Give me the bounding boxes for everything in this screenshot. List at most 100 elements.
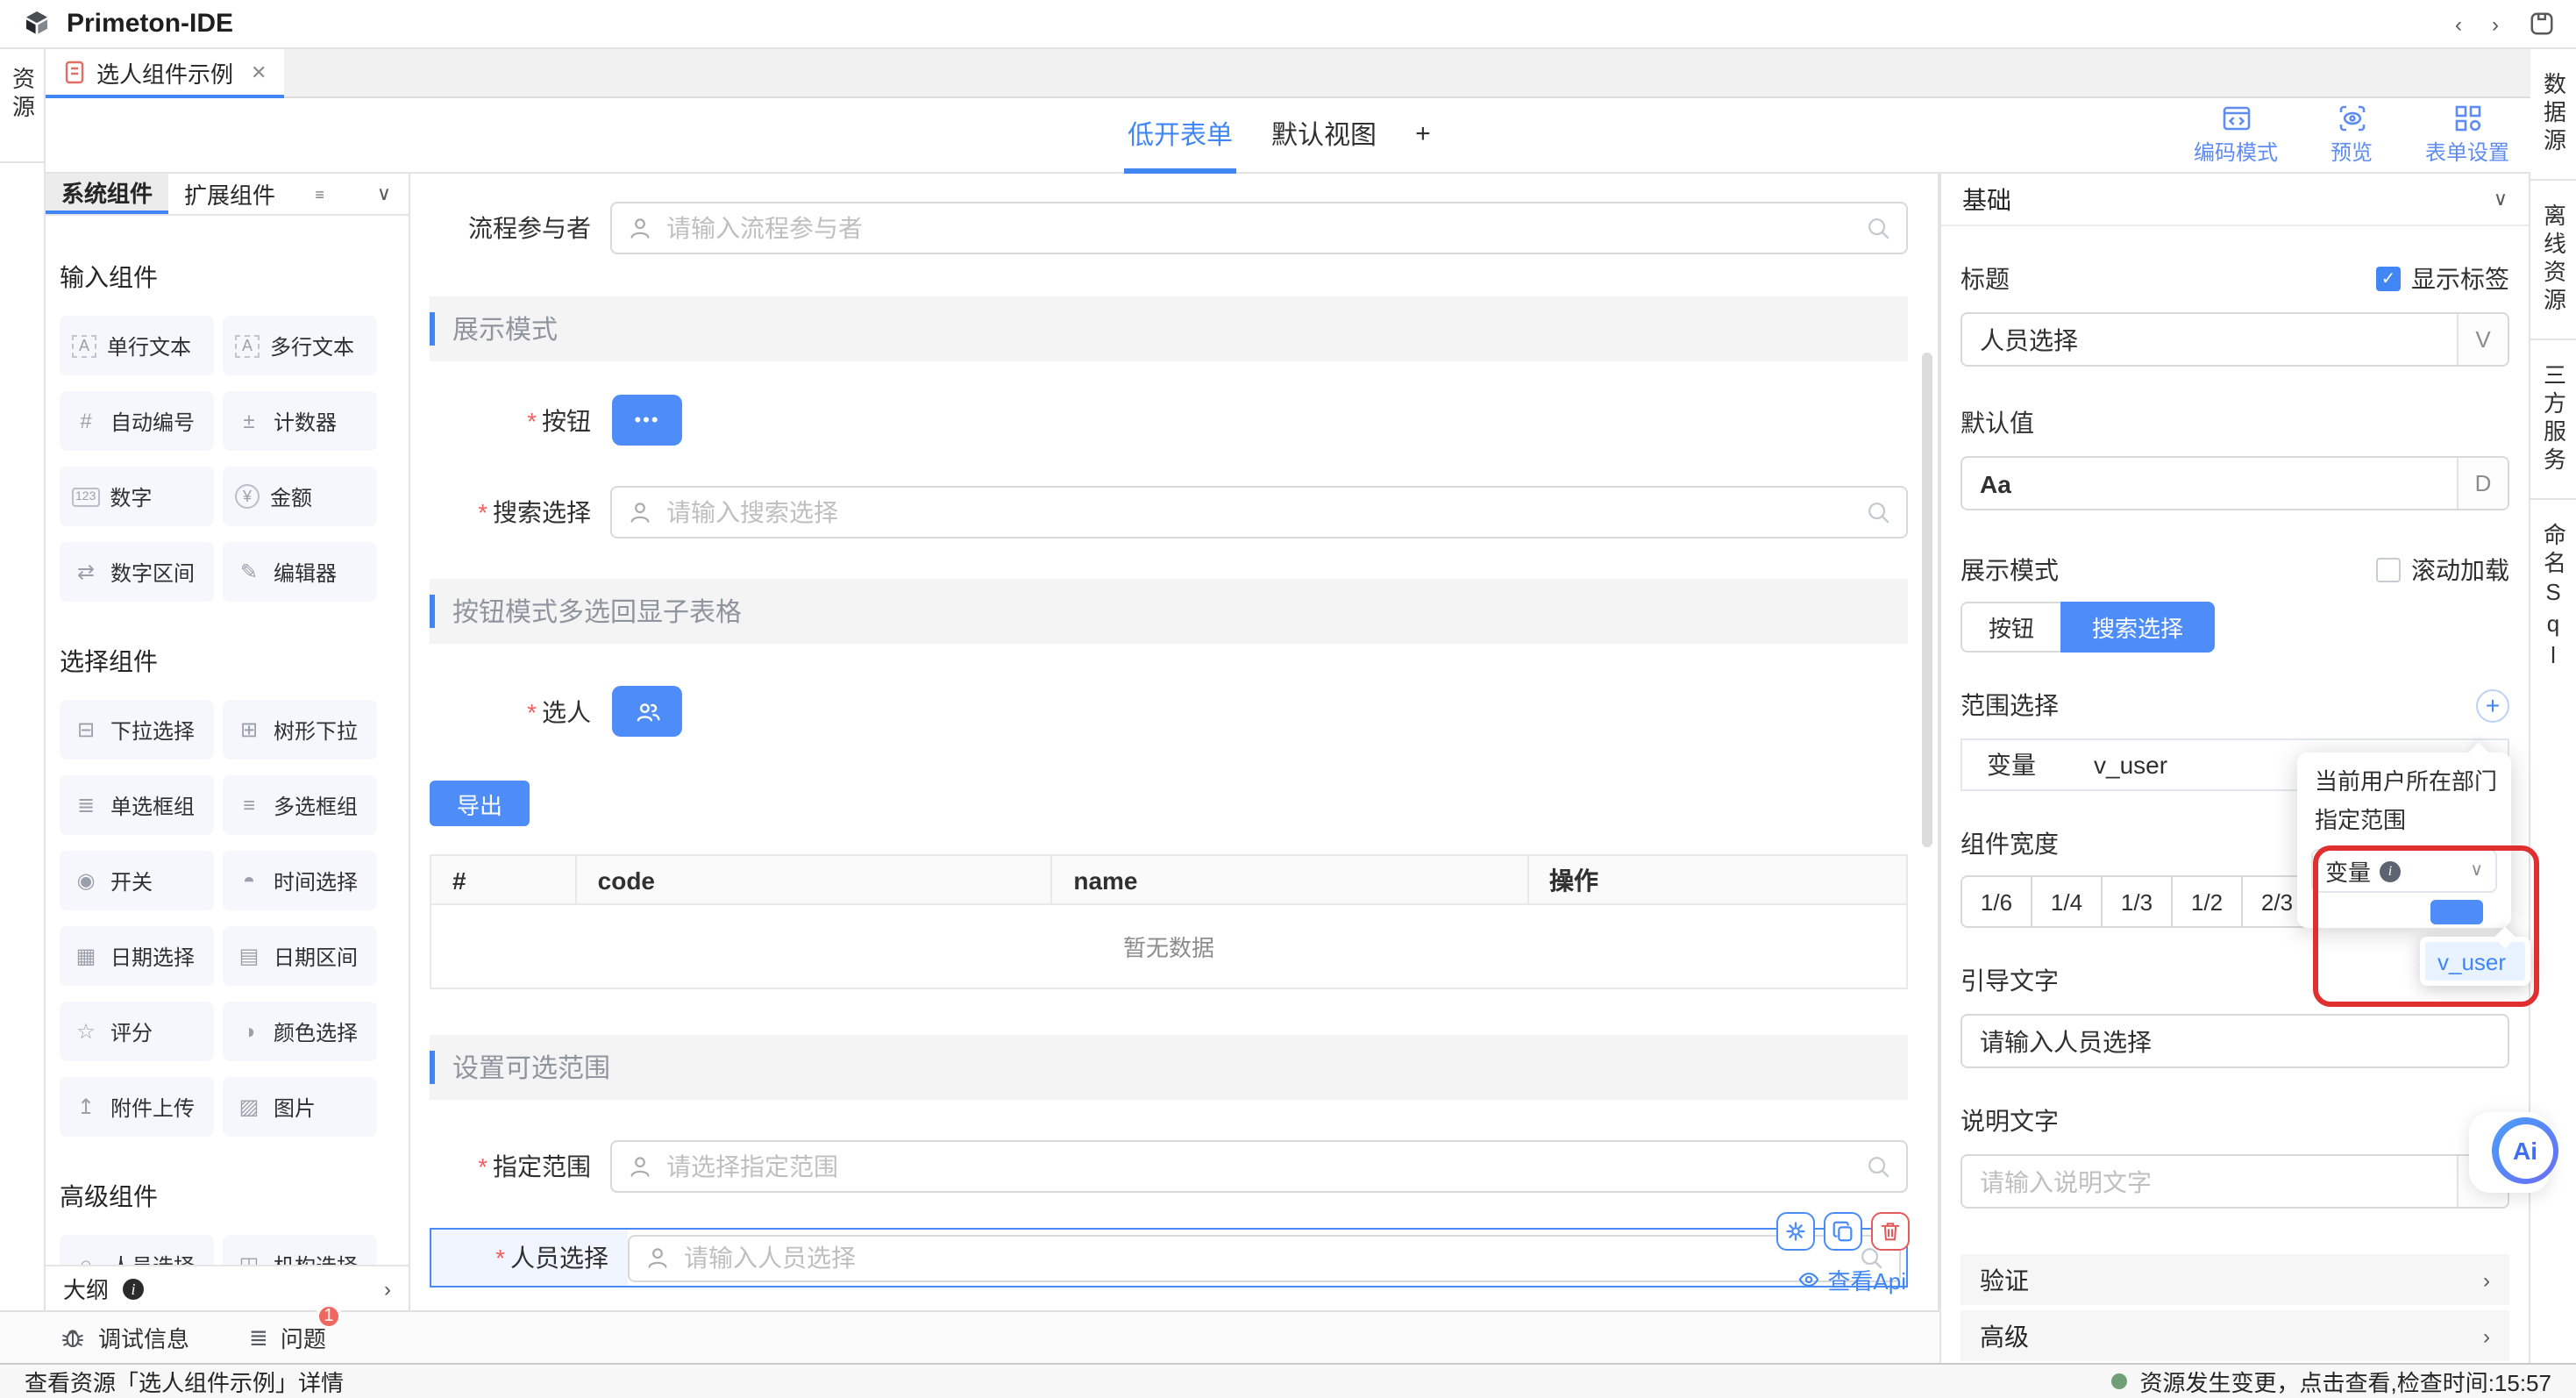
component-card-下拉选择[interactable]: ⊟下拉选择 — [60, 700, 214, 760]
properties-group-高级[interactable]: 高级› — [1960, 1310, 2509, 1361]
description-text-input[interactable]: 请输入说明文字 V — [1960, 1154, 2509, 1209]
field-row-participant[interactable]: 流程参与者 请输入流程参与者 — [410, 202, 1908, 254]
picker-more-button[interactable]: ••• — [612, 395, 682, 446]
component-card-时间选择[interactable]: ◓时间选择 — [223, 851, 377, 910]
specified-range-input[interactable]: 请选择指定范围 — [610, 1140, 1908, 1193]
app-logo-icon — [21, 8, 53, 39]
width-option-1/3[interactable]: 1/3 — [2101, 875, 2173, 928]
search-select-input[interactable]: 请输入搜索选择 — [610, 486, 1908, 539]
save-layout-icon[interactable] — [2529, 11, 2555, 37]
variable-type-select[interactable]: 变量 i ∨ — [2311, 849, 2497, 893]
selected-field-person-select[interactable]: *人员选择 请输入人员选择 — [430, 1228, 1908, 1287]
sidebar-item-离线资源[interactable]: 离线资源 — [2530, 181, 2576, 340]
component-card-多选框组[interactable]: ≡多选框组 — [223, 775, 377, 835]
component-card-颜色选择[interactable]: ◑颜色选择 — [223, 1002, 377, 1061]
component-card-评分[interactable]: ☆评分 — [60, 1002, 214, 1061]
file-tab-active[interactable]: 选人组件示例 ✕ — [46, 49, 284, 98]
sidebar-item-三方服务[interactable]: 三方服务 — [2530, 340, 2576, 500]
mode-button-option[interactable]: 按钮 — [1960, 602, 2060, 653]
component-card-树形下拉[interactable]: ⊞树形下拉 — [223, 700, 377, 760]
component-card-人员选择[interactable]: ○人员选择 — [60, 1235, 214, 1265]
sidebar-item-数据源[interactable]: 数据源 — [2530, 49, 2576, 181]
component-card-开关[interactable]: ◉开关 — [60, 851, 214, 910]
width-option-1/6[interactable]: 1/6 — [1960, 875, 2032, 928]
tab-lowcode-form[interactable]: 低开表单 — [1124, 98, 1236, 174]
tree-dropdown-icon: ⊞ — [235, 719, 263, 740]
checkbox-checked-icon: ✓ — [2376, 267, 2401, 291]
component-card-图片[interactable]: ▨图片 — [223, 1077, 377, 1137]
dropdown-item-当前用户所在部门[interactable]: 当前用户所在部门 — [2297, 763, 2511, 802]
outline-row[interactable]: 大纲 i › — [46, 1265, 409, 1310]
export-button[interactable]: 导出 — [430, 781, 530, 826]
component-card-机构选择[interactable]: ◫机构选择 — [223, 1235, 377, 1265]
tab-default-view[interactable]: 默认视图 — [1268, 98, 1380, 174]
canvas-scrollbar[interactable] — [1922, 353, 1932, 847]
sidebar-item-resources[interactable]: 资源 — [5, 67, 39, 123]
component-card-附件上传[interactable]: ↥附件上传 — [60, 1077, 214, 1137]
component-card-计数器[interactable]: ±计数器 — [223, 391, 377, 451]
person-select-input[interactable]: 请输入人员选择 — [628, 1234, 1901, 1281]
delete-field-button[interactable] — [1871, 1212, 1910, 1251]
nav-forward-icon[interactable]: › — [2492, 11, 2499, 36]
field-row-specified-range[interactable]: *指定范围 请选择指定范围 — [410, 1140, 1908, 1193]
close-icon[interactable]: ✕ — [251, 61, 267, 83]
variable-option-v-user[interactable]: v_user — [2425, 942, 2525, 981]
field-row-search-select[interactable]: *搜索选择 请输入搜索选择 — [410, 486, 1908, 539]
dynamic-suffix-button[interactable]: D — [2457, 458, 2508, 509]
form-settings-button[interactable]: 表单设置 — [2422, 103, 2513, 167]
nav-back-icon[interactable]: ‹ — [2455, 11, 2462, 36]
guide-text-input[interactable]: 请输入人员选择 — [1960, 1014, 2509, 1068]
width-option-1/2[interactable]: 1/2 — [2171, 875, 2243, 928]
properties-group-验证[interactable]: 验证› — [1960, 1254, 2509, 1305]
debug-info-button[interactable]: 调试信息 — [60, 1321, 189, 1354]
field-settings-button[interactable] — [1776, 1212, 1815, 1251]
mode-search-select-option[interactable]: 搜索选择 — [2060, 602, 2215, 653]
problems-button[interactable]: ≣ 问题 1 — [249, 1321, 326, 1354]
component-card-金额[interactable]: ¥金额 — [223, 467, 377, 526]
switch-icon: ◉ — [72, 870, 100, 891]
preview-button[interactable]: 预览 — [2306, 103, 2397, 167]
component-card-单行文本[interactable]: A单行文本 — [60, 316, 214, 375]
chevron-down-icon[interactable]: ∨ — [377, 182, 391, 205]
status-left-text[interactable]: 查看资源「选人组件示例」详情 — [25, 1365, 344, 1398]
variable-suffix-button[interactable]: V — [2457, 314, 2508, 365]
panel-menu-icon[interactable]: ≡ — [315, 185, 324, 203]
sidebar-item-命名Sql[interactable]: 命名Sql — [2530, 500, 2576, 696]
dropdown-item-指定范围[interactable]: 指定范围 — [2297, 802, 2511, 840]
select-people-button[interactable] — [612, 686, 682, 737]
default-value-label: 默认值 — [1960, 405, 2034, 440]
title-input[interactable]: 人员选择 V — [1960, 312, 2509, 367]
field-label: 流程参与者 — [410, 210, 610, 246]
confirm-button-fragment[interactable] — [2430, 900, 2483, 924]
add-range-button[interactable]: + — [2476, 688, 2509, 722]
view-tabs: 低开表单 默认视图 + — [1124, 98, 1434, 174]
required-star: * — [527, 698, 537, 726]
copy-field-button[interactable] — [1824, 1212, 1862, 1251]
component-card-多行文本[interactable]: A多行文本 — [223, 316, 377, 375]
code-mode-button[interactable]: 编码模式 — [2190, 103, 2281, 167]
tab-system-components[interactable]: 系统组件 — [46, 174, 168, 214]
view-api-link[interactable]: 查看Api — [1797, 1263, 1906, 1296]
component-card-日期区间[interactable]: ▤日期区间 — [223, 926, 377, 986]
component-card-数字区间[interactable]: ⇄数字区间 — [60, 542, 214, 602]
outline-label: 大纲 — [63, 1272, 109, 1305]
component-card-日期选择[interactable]: ▦日期选择 — [60, 926, 214, 986]
default-value-input[interactable]: Aa D — [1960, 456, 2509, 510]
participant-input[interactable]: 请输入流程参与者 — [610, 202, 1908, 254]
component-card-单选框组[interactable]: ≣单选框组 — [60, 775, 214, 835]
component-card-数字[interactable]: 123数字 — [60, 467, 214, 526]
component-width-label: 组件宽度 — [1960, 826, 2059, 861]
tab-extension-components[interactable]: 扩展组件 — [168, 174, 291, 214]
editor-icon: ✎ — [235, 561, 263, 582]
component-list: 输入组件A单行文本A多行文本#自动编号±计数器123数字¥金额⇄数字区间✎编辑器… — [46, 218, 409, 1265]
add-view-tab-button[interactable]: + — [1412, 98, 1434, 174]
component-card-自动编号[interactable]: #自动编号 — [60, 391, 214, 451]
show-label-checkbox[interactable]: ✓ 显示标签 — [2376, 261, 2509, 296]
ai-assistant-button[interactable]: Ai — [2492, 1117, 2558, 1184]
width-option-1/4[interactable]: 1/4 — [2031, 875, 2103, 928]
status-right[interactable]: 资源发生变更，点击查看,检查时间:15:57 — [2111, 1365, 2551, 1398]
scroll-load-checkbox[interactable]: 滚动加载 — [2376, 553, 2509, 588]
component-section-title: 选择组件 — [60, 644, 409, 679]
properties-group-basic[interactable]: 基础 ∨ — [1941, 174, 2529, 226]
component-card-编辑器[interactable]: ✎编辑器 — [223, 542, 377, 602]
